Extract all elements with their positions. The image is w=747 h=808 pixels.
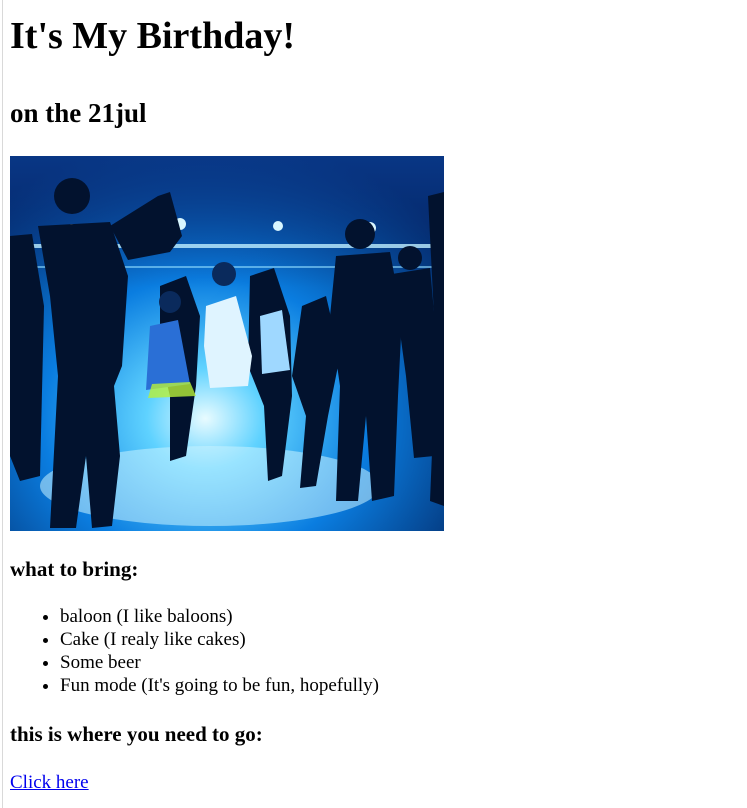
directions-link-row: Click here (10, 746, 737, 794)
list-item: baloon (I like baloons) (60, 605, 737, 628)
what-to-bring-list: baloon (I like baloons) Cake (I realy li… (10, 581, 737, 697)
what-to-bring-heading: what to bring: (10, 557, 139, 581)
click-here-link[interactable]: Click here (10, 772, 89, 793)
page-content: It's My Birthday! on the 21jul what to b… (0, 0, 747, 794)
list-item: Cake (I realy like cakes) (60, 628, 737, 651)
page-title: It's My Birthday! (10, 15, 295, 57)
list-item: Fun mode (It's going to be fun, hopefull… (60, 674, 737, 697)
event-date-subtitle: on the 21jul (10, 98, 147, 128)
list-item: Some beer (60, 651, 737, 674)
directions-heading: this is where you need to go: (10, 722, 263, 746)
party-photo (10, 156, 444, 531)
page-left-border (2, 0, 3, 808)
